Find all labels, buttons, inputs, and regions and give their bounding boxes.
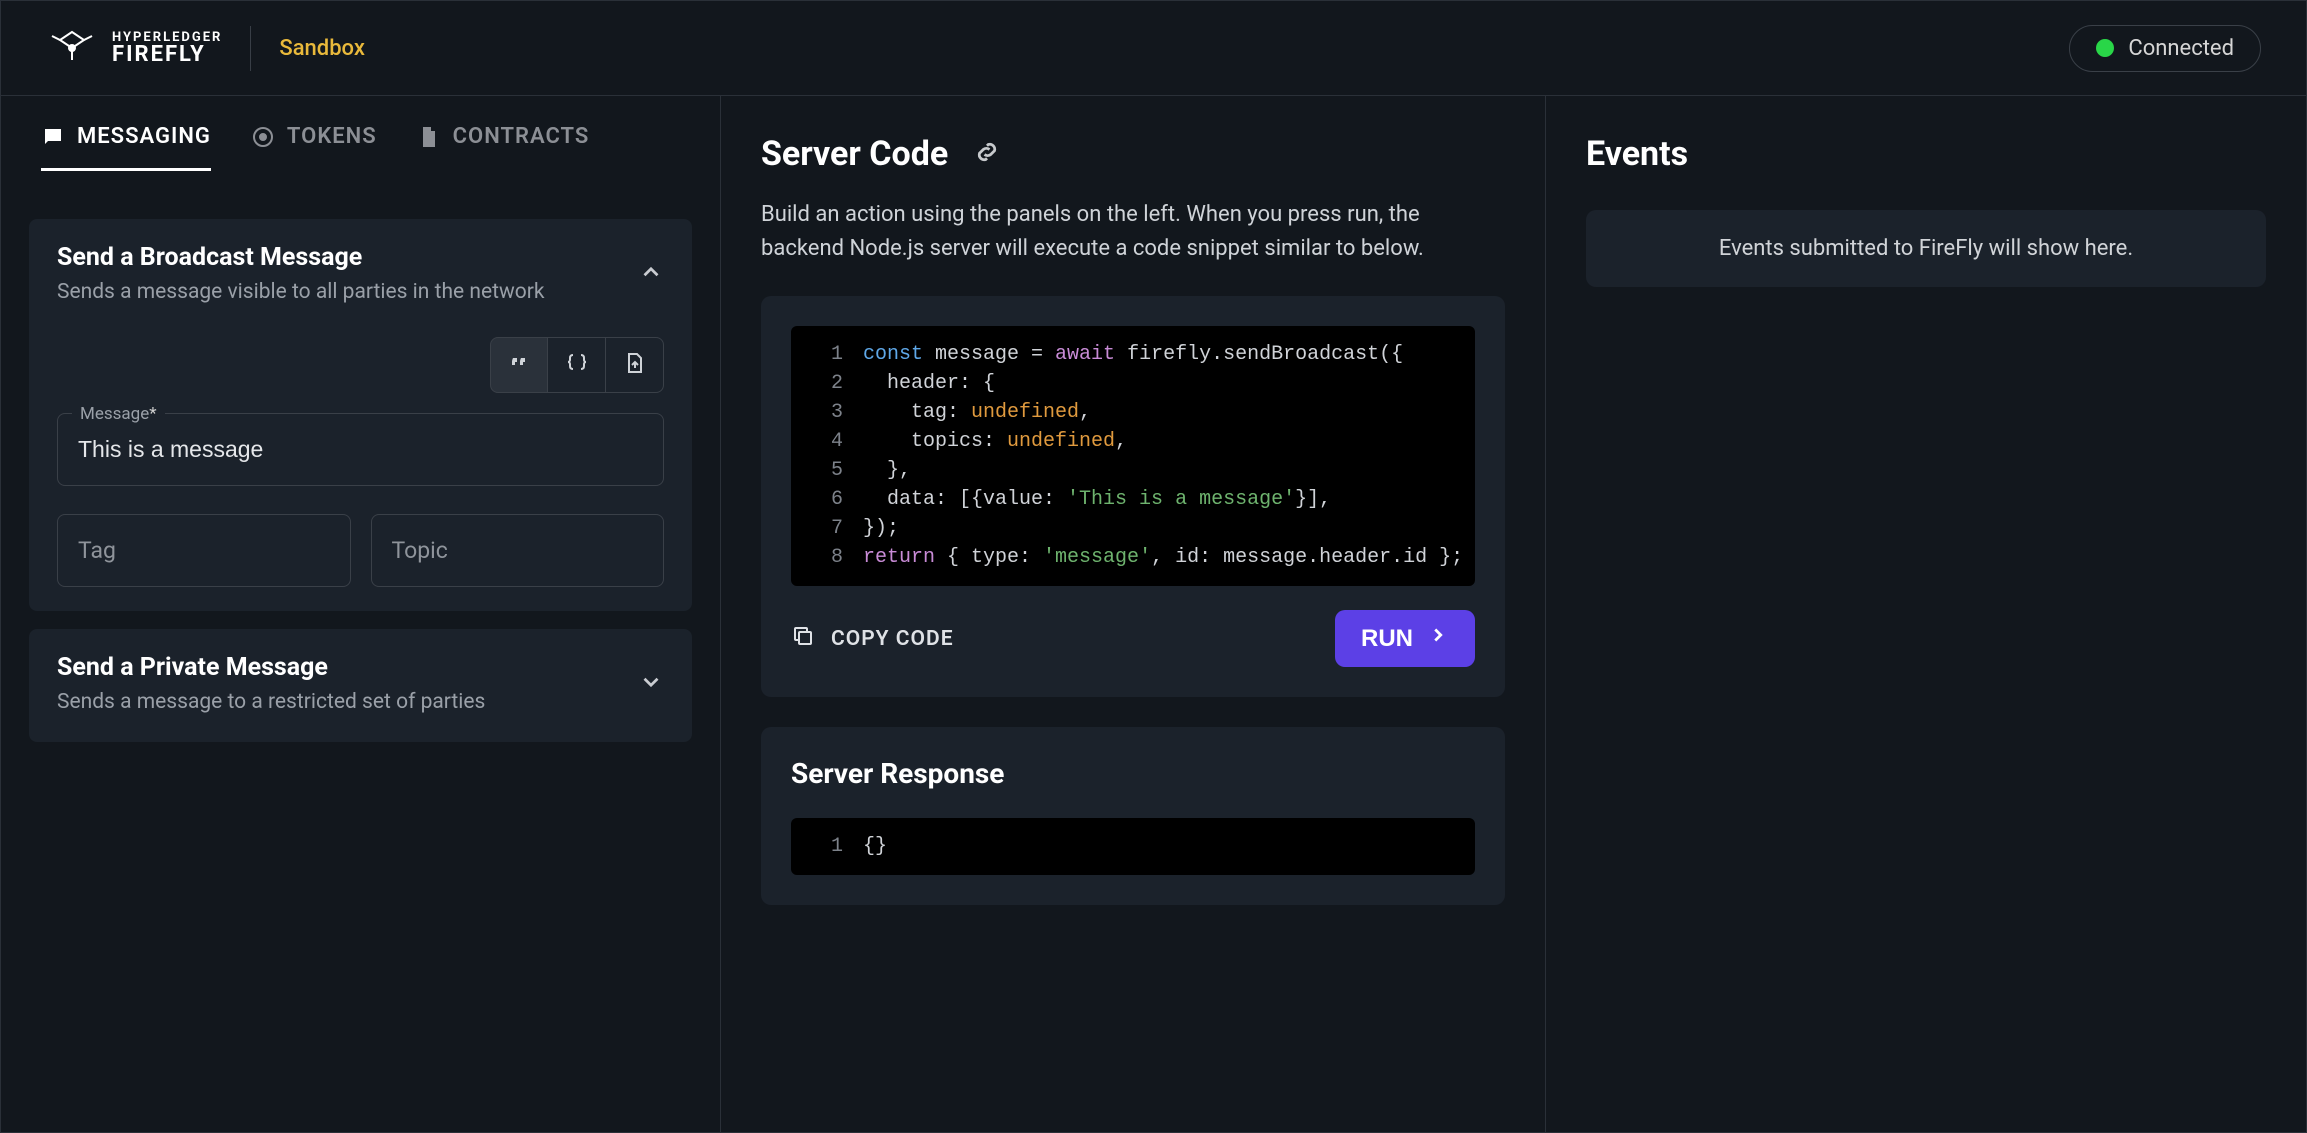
app-header: HYPERLEDGER FIREFLY Sandbox Connected — [1, 1, 2306, 96]
input-type-toggle — [57, 337, 664, 393]
server-code-description: Build an action using the panels on the … — [761, 198, 1505, 266]
accordion-title: Send a Private Message — [57, 653, 485, 682]
required-marker: * — [149, 404, 156, 424]
chevron-right-icon — [1427, 624, 1449, 653]
response-body: {} — [863, 832, 887, 861]
status-dot-icon — [2096, 39, 2114, 57]
tab-label: MESSAGING — [77, 124, 211, 149]
braces-icon — [565, 351, 589, 379]
topic-field[interactable]: Topic — [371, 514, 665, 587]
accordion-subtitle: Sends a message visible to all parties i… — [57, 278, 545, 307]
tab-messaging[interactable]: MESSAGING — [41, 124, 211, 169]
accordion-broadcast-header[interactable]: Send a Broadcast Message Sends a message… — [57, 243, 664, 307]
accordion-private-header[interactable]: Send a Private Message Sends a message t… — [57, 653, 664, 717]
logo-text-bottom: FIREFLY — [112, 44, 222, 66]
message-input[interactable] — [78, 436, 643, 463]
section-tabs: MESSAGING TOKENS CONTRACTS — [29, 124, 692, 189]
accordion-subtitle: Sends a message to a restricted set of p… — [57, 688, 485, 717]
chevron-down-icon — [638, 653, 664, 699]
quote-icon — [507, 351, 531, 379]
events-empty-text: Events submitted to FireFly will show he… — [1719, 236, 2133, 261]
tab-label: TOKENS — [287, 124, 377, 149]
firefly-logo-icon — [46, 26, 98, 70]
tab-label: CONTRACTS — [453, 124, 590, 149]
response-block: 1{} — [791, 818, 1475, 875]
accordion-broadcast: Send a Broadcast Message Sends a message… — [29, 219, 692, 611]
run-label: RUN — [1361, 625, 1413, 653]
chevron-up-icon — [638, 243, 664, 289]
events-empty-state: Events submitted to FireFly will show he… — [1586, 210, 2266, 287]
field-label-text: Message — [80, 404, 149, 424]
copy-icon — [791, 624, 815, 654]
left-panel: MESSAGING TOKENS CONTRACTS — [1, 96, 721, 1132]
link-icon[interactable] — [972, 137, 1002, 171]
status-label: Connected — [2128, 36, 2234, 61]
toggle-json-mode[interactable] — [548, 337, 606, 393]
toggle-file-mode[interactable] — [606, 337, 664, 393]
tab-contracts[interactable]: CONTRACTS — [417, 124, 590, 169]
right-panel: Events Events submitted to FireFly will … — [1546, 96, 2306, 1132]
response-title: Server Response — [791, 757, 1475, 790]
middle-panel: Server Code Build an action using the pa… — [721, 96, 1546, 1132]
copy-label: COPY CODE — [831, 627, 954, 651]
accordion-title: Send a Broadcast Message — [57, 243, 545, 272]
code-card: 1const message = await firefly.sendBroad… — [761, 296, 1505, 697]
message-icon — [41, 125, 65, 149]
divider — [250, 26, 251, 71]
events-title: Events — [1586, 134, 2266, 174]
connection-status: Connected — [2069, 25, 2261, 72]
tab-tokens[interactable]: TOKENS — [251, 124, 377, 169]
upload-file-icon — [623, 351, 647, 379]
code-block: 1const message = await firefly.sendBroad… — [791, 326, 1475, 586]
copy-code-button[interactable]: COPY CODE — [791, 624, 954, 654]
topic-placeholder: Topic — [392, 537, 448, 564]
response-card: Server Response 1{} — [761, 727, 1505, 905]
toggle-text-mode[interactable] — [490, 337, 548, 393]
server-code-title: Server Code — [761, 134, 948, 174]
tag-placeholder: Tag — [78, 537, 116, 564]
message-field[interactable]: Message* — [57, 413, 664, 486]
file-icon — [417, 125, 441, 149]
accordion-private: Send a Private Message Sends a message t… — [29, 629, 692, 741]
app-mode-label: Sandbox — [279, 36, 365, 61]
target-icon — [251, 125, 275, 149]
run-button[interactable]: RUN — [1335, 610, 1475, 667]
logo: HYPERLEDGER FIREFLY — [46, 26, 222, 70]
tag-field[interactable]: Tag — [57, 514, 351, 587]
